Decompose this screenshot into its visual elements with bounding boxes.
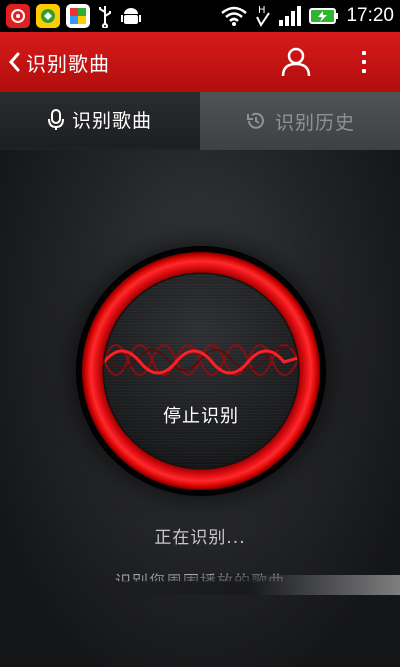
tab-label: 识别歌曲 [71,110,152,132]
green-app-icon [36,4,60,28]
more-vertical-icon [362,51,366,55]
sound-wave-icon [104,344,298,376]
page-title: 识别歌曲 [26,51,110,76]
action-bar: 识别歌曲 [0,32,400,92]
stop-recognition-button[interactable]: 停止识别 [76,246,326,496]
overflow-menu-button[interactable] [352,42,376,82]
notification-icons [6,4,142,29]
user-icon [281,47,311,77]
tab-recognize-history[interactable]: 识别历史 [200,92,400,150]
chevron-left-icon [9,52,20,72]
clock: 17:20 [346,5,394,26]
history-icon [246,112,264,129]
battery-charging-icon [309,7,339,25]
status-bar: H 17:20 [0,0,400,32]
tab-label: 识别历史 [274,111,355,134]
profile-button[interactable] [278,44,314,80]
recognizer-panel: 停止识别 正在识别... 识别您周围播放的歌曲 [0,150,400,667]
usb-icon [96,4,114,29]
back-button[interactable]: 识别歌曲 [0,32,140,92]
data-transfer-icon: H [255,3,271,29]
photos-app-icon [66,4,90,28]
netease-music-app-icon [6,4,30,28]
recognition-status: 正在识别... [154,528,246,548]
signal-strength-icon [278,6,302,26]
android-debug-icon [120,4,142,28]
svg-text:H: H [258,5,266,16]
waveform-display: 停止识别 [104,274,298,468]
stop-recognition-label: 停止识别 [163,406,239,427]
system-icons: H 17:20 [220,2,394,30]
microphone-icon [47,108,64,130]
tab-recognize-song[interactable]: 识别歌曲 [0,92,200,150]
wifi-icon [220,5,248,27]
hint-fade-overlay [100,575,400,595]
tab-bar: 识别歌曲 识别历史 [0,92,400,150]
